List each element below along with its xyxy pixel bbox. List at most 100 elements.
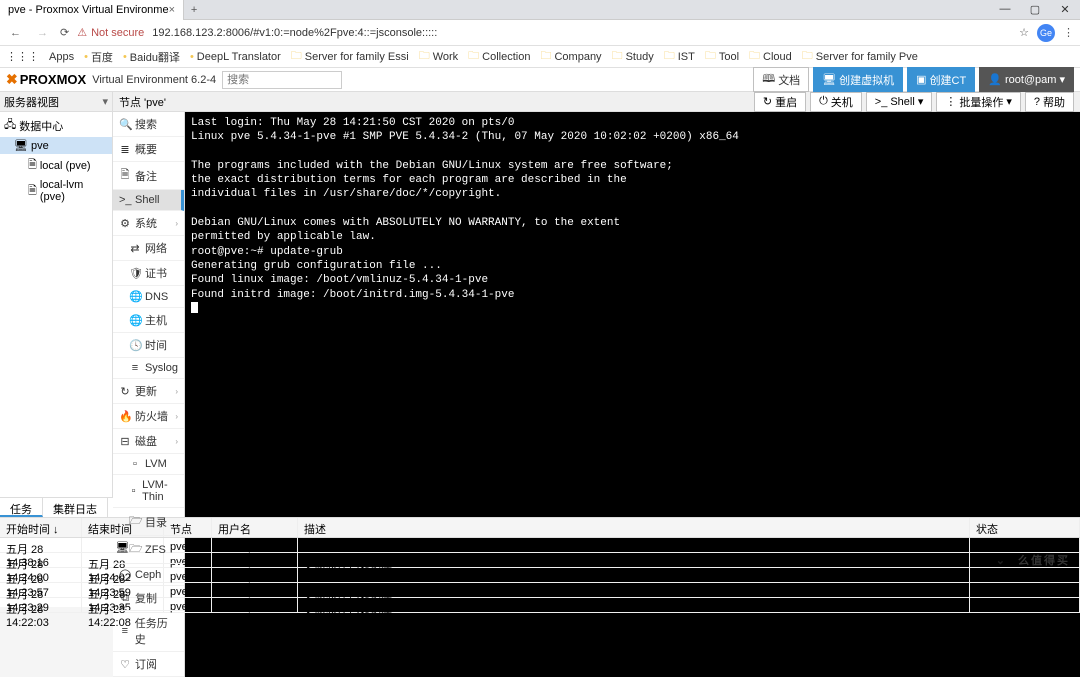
- menu-label: 概要: [135, 141, 157, 157]
- bookmark-label: Company: [554, 51, 601, 63]
- breadcrumb-bar: 节点 'pve' ↻重启 ⏻关机 >_Shell ▾ ⋮批量操作 ▾ ?帮助: [113, 92, 1080, 112]
- menu-icon: 🗎: [119, 166, 131, 185]
- folder-icon: 🗀: [468, 47, 479, 66]
- menu-item-系统[interactable]: ⚙系统›: [113, 211, 184, 236]
- folder-icon: 🗀: [705, 47, 716, 66]
- bookmark-item[interactable]: 🗀Tool: [705, 47, 739, 66]
- menu-item-订阅[interactable]: ♡订阅: [113, 652, 184, 677]
- tree-node[interactable]: 🗎local (pve): [0, 154, 112, 177]
- menu-label: 复制: [135, 590, 157, 606]
- docs-button[interactable]: 🕮文档: [753, 67, 809, 92]
- bookmark-item[interactable]: 🗀Server for family Pve: [802, 47, 918, 66]
- menu-label: 网络: [145, 240, 167, 256]
- bookmark-label: Baidu翻译: [130, 49, 180, 65]
- col-start[interactable]: 开始时间 ↓: [0, 518, 82, 537]
- address-bar: ← → ⟳ ⚠ Not secure 192.168.123.2:8006/#v…: [0, 20, 1080, 46]
- menu-item-时间[interactable]: 🕓时间: [113, 333, 184, 358]
- menu-item-网络[interactable]: ⇄ 网络: [113, 236, 184, 261]
- url-text[interactable]: 192.168.123.2:8006/#v1:0:=node%2Fpve:4::…: [152, 27, 437, 39]
- menu-item-dns[interactable]: 🌐DNS: [113, 286, 184, 308]
- bookmark-item[interactable]: 🗀Collection: [468, 47, 530, 66]
- cursor: [191, 302, 198, 313]
- forward-icon[interactable]: →: [33, 27, 52, 39]
- menu-item-更新[interactable]: ↻更新›: [113, 379, 184, 404]
- create-ct-button[interactable]: ▣创建CT: [907, 67, 975, 92]
- close-icon[interactable]: ×: [169, 4, 175, 16]
- menu-label: 任务历史: [135, 615, 178, 647]
- node-label: local-lvm (pve): [40, 179, 108, 203]
- menu-label: 搜索: [135, 116, 157, 132]
- warning-icon: ⚠: [77, 26, 87, 39]
- apps-icon[interactable]: ⋮⋮⋮: [6, 50, 39, 63]
- menu-icon: ⇄: [129, 242, 141, 255]
- security-badge[interactable]: ⚠ Not secure: [77, 26, 144, 39]
- search-input[interactable]: [222, 71, 342, 89]
- tree-node[interactable]: 🖧数据中心: [0, 114, 112, 137]
- menu-item-防火墙[interactable]: 🔥防火墙›: [113, 404, 184, 429]
- tree-node[interactable]: 🗎local-lvm (pve): [0, 177, 112, 205]
- bulk-dropdown[interactable]: ⋮批量操作 ▾: [936, 92, 1021, 112]
- menu-label: Syslog: [145, 362, 178, 374]
- shell-dropdown[interactable]: >_Shell ▾: [866, 92, 933, 112]
- bookmark-item[interactable]: 🗀Server for family Essi: [291, 47, 409, 66]
- menu-item-磁盘[interactable]: ⊟磁盘›: [113, 429, 184, 454]
- new-tab-button[interactable]: +: [184, 4, 204, 16]
- menu-item-shell[interactable]: >_Shell: [113, 190, 184, 211]
- menu-item-任务历史[interactable]: ≡任务历史: [113, 611, 184, 652]
- node-icon: 🖧: [4, 116, 16, 135]
- create-vm-button[interactable]: 🖥创建虚拟机: [813, 67, 903, 92]
- star-icon[interactable]: ☆: [1019, 26, 1029, 39]
- tree-header[interactable]: 服务器视图 ▾: [0, 92, 112, 112]
- shutdown-button[interactable]: ⏻关机: [810, 92, 862, 112]
- bookmark-label: Apps: [49, 51, 74, 63]
- menu-icon: >_: [119, 194, 131, 206]
- menu-icon: 🌐: [129, 290, 141, 303]
- chevron-down-icon: ▾: [918, 95, 924, 108]
- menu-item-zfs[interactable]: 🗁ZFS: [113, 536, 184, 564]
- menu-label: LVM: [145, 458, 167, 470]
- bookmark-item[interactable]: •DeepL Translator: [190, 51, 281, 63]
- bookmark-item[interactable]: 🗀IST: [664, 47, 695, 66]
- tab-cluster-log[interactable]: 集群日志: [43, 498, 108, 517]
- menu-item-lvm-thin[interactable]: ▫LVM-Thin: [113, 475, 184, 508]
- restart-icon: ↻: [763, 95, 772, 108]
- minimize-icon[interactable]: —: [990, 3, 1020, 16]
- menu-item-目录[interactable]: 🗁目录: [113, 508, 184, 536]
- col-desc[interactable]: 描述: [298, 518, 970, 537]
- close-window-icon[interactable]: ✕: [1050, 3, 1080, 16]
- bookmark-item[interactable]: •Baidu翻译: [123, 49, 180, 65]
- user-menu[interactable]: 👤root@pam ▾: [979, 67, 1074, 92]
- menu-label: 目录: [145, 514, 167, 530]
- col-user[interactable]: 用户名: [212, 518, 298, 537]
- browser-tab-bar: pve - Proxmox Virtual Environme × + — ▢ …: [0, 0, 1080, 20]
- restart-button[interactable]: ↻重启: [754, 92, 806, 112]
- tree-node[interactable]: 🖥pve: [0, 137, 112, 154]
- bookmark-item[interactable]: 🗀Cloud: [749, 47, 792, 66]
- bookmark-item[interactable]: •百度: [84, 49, 113, 65]
- logo[interactable]: ✖ PROXMOX: [6, 71, 86, 88]
- menu-icon[interactable]: ⋮: [1063, 26, 1074, 39]
- menu-item-证书[interactable]: 🛡证书: [113, 261, 184, 286]
- menu-item-概要[interactable]: ≣概要: [113, 137, 184, 162]
- menu-item-syslog[interactable]: ≡Syslog: [113, 358, 184, 379]
- reload-icon[interactable]: ⟳: [60, 26, 69, 39]
- menu-label: 订阅: [135, 656, 157, 672]
- menu-item-备注[interactable]: 🗎备注: [113, 162, 184, 190]
- col-status[interactable]: 状态: [970, 518, 1080, 537]
- menu-item-搜索[interactable]: 🔍搜索: [113, 112, 184, 137]
- bookmark-item[interactable]: 🗀Company: [540, 47, 601, 66]
- bookmark-item[interactable]: 🗀Study: [612, 47, 654, 66]
- bookmark-item[interactable]: 🗀Work: [419, 47, 458, 66]
- help-button[interactable]: ?帮助: [1025, 92, 1074, 112]
- cell-status: OK: [970, 553, 1080, 567]
- menu-item-lvm[interactable]: ▫LVM: [113, 454, 184, 475]
- browser-tab[interactable]: pve - Proxmox Virtual Environme ×: [0, 0, 184, 20]
- profile-avatar[interactable]: Ge: [1037, 24, 1055, 42]
- maximize-icon[interactable]: ▢: [1020, 3, 1050, 16]
- bookmark-item[interactable]: Apps: [49, 51, 74, 63]
- tab-tasks[interactable]: 任务: [0, 498, 43, 517]
- bookmark-label: Server for family Pve: [816, 51, 918, 63]
- menu-item-主机[interactable]: 🌐主机: [113, 308, 184, 333]
- menu-item-复制[interactable]: ⧉复制: [113, 586, 184, 611]
- back-icon[interactable]: ←: [6, 27, 25, 39]
